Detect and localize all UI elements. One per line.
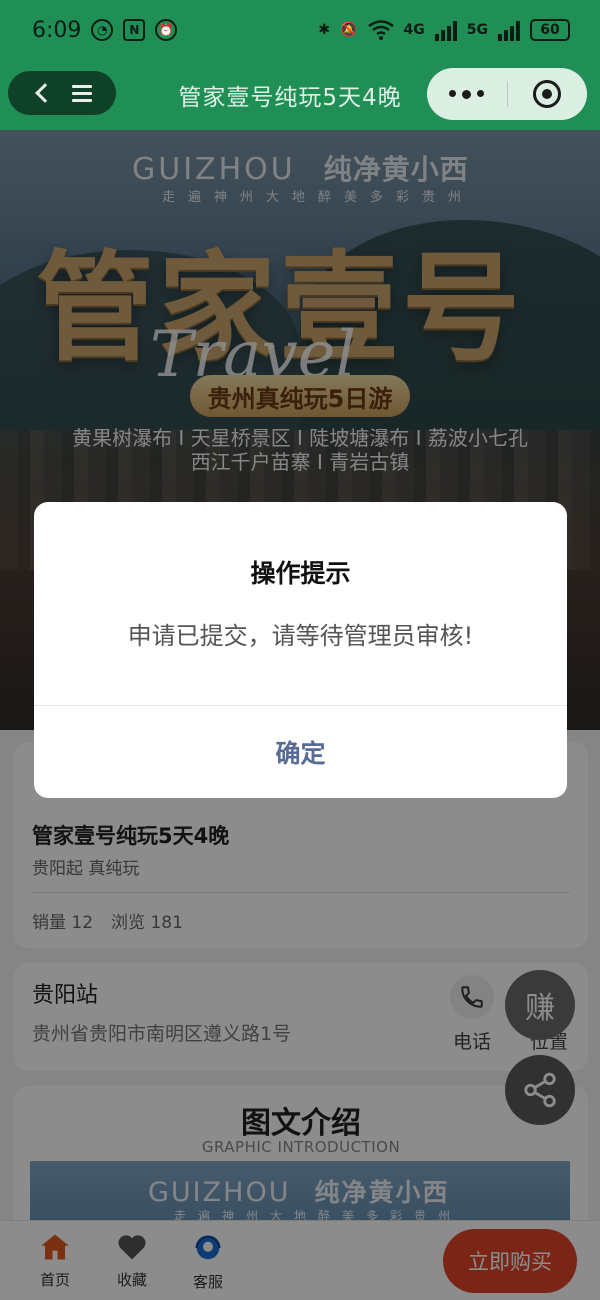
status-right: ✱ 🔕 4G 5G 60 xyxy=(318,19,570,41)
alert-dialog: 操作提示 申请已提交，请等待管理员审核! 确定 xyxy=(34,502,567,798)
nav-left-capsule xyxy=(8,71,116,115)
miniprogram-capsule xyxy=(427,68,587,120)
nfc-icon: N xyxy=(123,19,146,41)
wifi-icon xyxy=(367,20,394,40)
page-title: 管家壹号纯玩5天4晚 xyxy=(178,85,402,111)
confirm-button[interactable]: 确定 xyxy=(34,706,567,798)
bluetooth-icon: ✱ xyxy=(318,22,331,38)
dialog-message: 申请已提交，请等待管理员审核! xyxy=(127,622,474,650)
dialog-title: 操作提示 xyxy=(250,559,351,588)
signal-4g-icon xyxy=(434,19,457,41)
network-5g-label: 5G xyxy=(466,22,488,38)
mute-icon: 🔕 xyxy=(340,22,358,38)
chevron-left-icon[interactable] xyxy=(35,83,55,103)
battery-level: 60 xyxy=(540,22,560,38)
nav-bar: 管家壹号纯玩5天4晚 xyxy=(0,60,600,130)
speed-icon: ◔ xyxy=(91,19,114,41)
menu-icon[interactable] xyxy=(72,84,92,102)
network-4g-label: 4G xyxy=(403,22,425,38)
battery-icon: 60 xyxy=(530,19,570,41)
alarm-icon: ⏰ xyxy=(155,19,178,41)
signal-5g-icon xyxy=(498,19,520,41)
status-left: 6:09 ◔ N ⏰ xyxy=(32,17,178,43)
status-bar: 6:09 ◔ N ⏰ ✱ 🔕 4G 5G 60 xyxy=(0,0,600,60)
target-close-icon[interactable] xyxy=(508,80,588,108)
more-dots-icon[interactable] xyxy=(427,89,507,99)
status-time: 6:09 xyxy=(32,17,82,43)
